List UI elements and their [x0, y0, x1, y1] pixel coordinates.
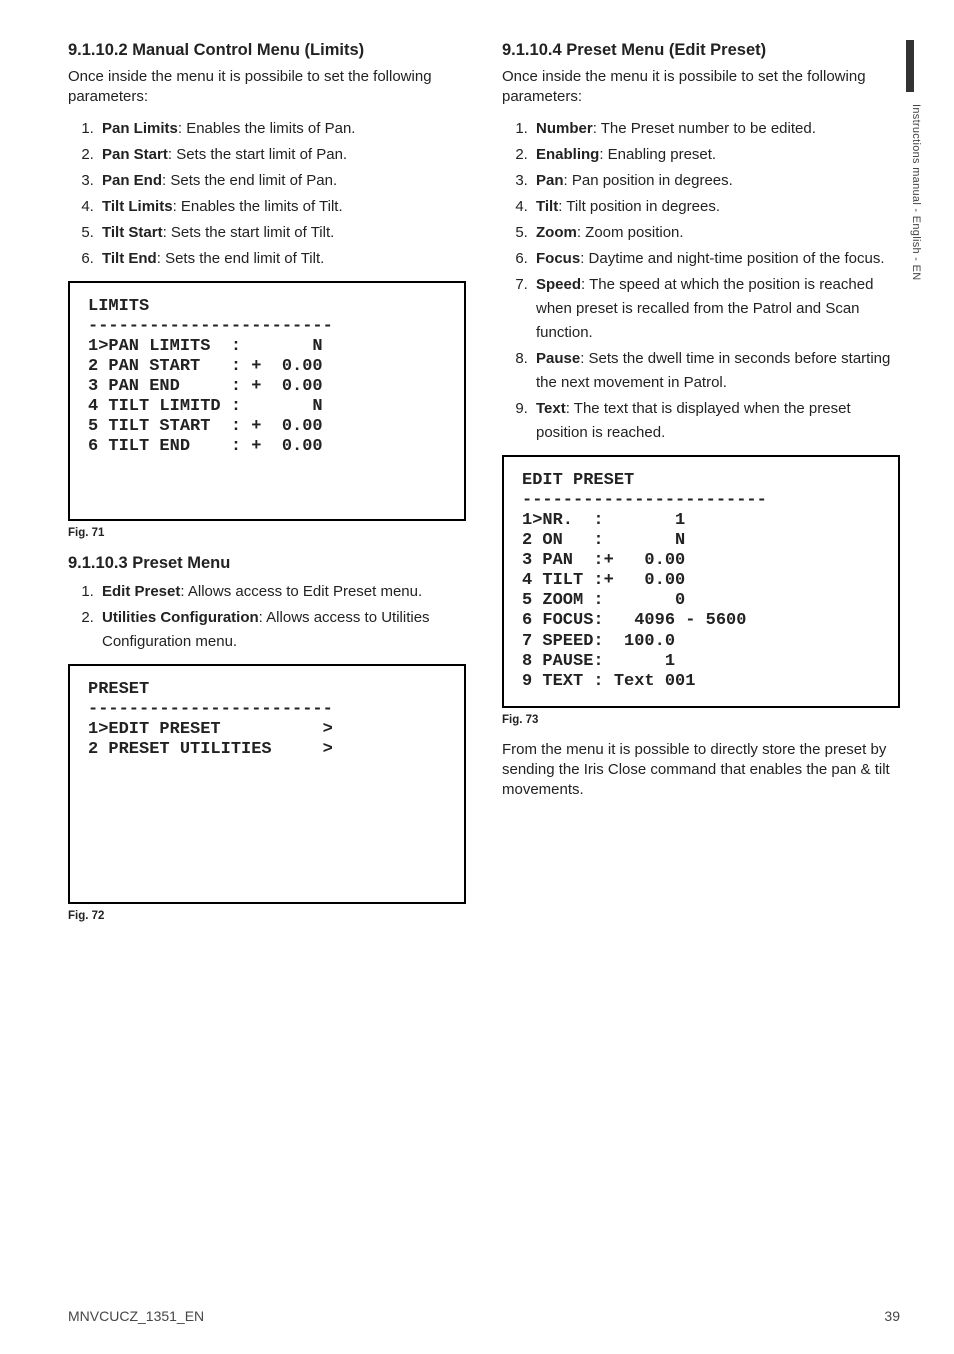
list-item: Pause: Sets the dwell time in seconds be…: [532, 347, 900, 395]
list-item: Speed: The speed at which the position i…: [532, 273, 900, 345]
page-footer: MNVCUCZ_1351_EN 39: [68, 1308, 900, 1324]
list-item: Text: The text that is displayed when th…: [532, 397, 900, 445]
list-item: Pan: Pan position in degrees.: [532, 169, 900, 193]
list-item: Pan Limits: Enables the limits of Pan.: [98, 117, 466, 141]
heading-preset-menu: 9.1.10.3 Preset Menu: [68, 553, 466, 574]
heading-edit-preset: 9.1.10.4 Preset Menu (Edit Preset): [502, 40, 900, 61]
side-tab-bar: [906, 40, 914, 92]
limits-menu-box: LIMITS ------------------------ 1>PAN LI…: [68, 281, 466, 521]
list-item: Tilt Limits: Enables the limits of Tilt.: [98, 195, 466, 219]
list-item: Enabling: Enabling preset.: [532, 143, 900, 167]
right-after-text: From the menu it is possible to directly…: [502, 740, 900, 801]
figure-caption-71: Fig. 71: [68, 527, 466, 539]
footer-page-number: 39: [884, 1308, 900, 1324]
list-item: Pan Start: Sets the start limit of Pan.: [98, 143, 466, 167]
right-intro: Once inside the menu it is possibile to …: [502, 67, 900, 108]
heading-manual-control-limits: 9.1.10.2 Manual Control Menu (Limits): [68, 40, 466, 61]
side-tab: Instructions manual - English - EN: [898, 40, 922, 260]
right-column: 9.1.10.4 Preset Menu (Edit Preset) Once …: [502, 40, 900, 936]
figure-caption-73: Fig. 73: [502, 714, 900, 726]
right-param-list: Number: The Preset number to be edited. …: [502, 117, 900, 445]
preset-menu-box: PRESET ------------------------ 1>EDIT P…: [68, 664, 466, 904]
list-item: Zoom: Zoom position.: [532, 221, 900, 245]
list-item: Tilt End: Sets the end limit of Tilt.: [98, 247, 466, 271]
list-item: Utilities Configuration: Allows access t…: [98, 606, 466, 654]
list-item: Tilt: Tilt position in degrees.: [532, 195, 900, 219]
left-column: 9.1.10.2 Manual Control Menu (Limits) On…: [68, 40, 466, 936]
side-tab-text: Instructions manual - English - EN: [898, 104, 922, 281]
list-item: Focus: Daytime and night-time position o…: [532, 247, 900, 271]
list-item: Edit Preset: Allows access to Edit Prese…: [98, 580, 466, 604]
figure-caption-72: Fig. 72: [68, 910, 466, 922]
left-intro: Once inside the menu it is possibile to …: [68, 67, 466, 108]
list-item: Number: The Preset number to be edited.: [532, 117, 900, 141]
edit-preset-menu-box: EDIT PRESET ------------------------ 1>N…: [502, 455, 900, 708]
list-item: Pan End: Sets the end limit of Pan.: [98, 169, 466, 193]
left-param-list-2: Edit Preset: Allows access to Edit Prese…: [68, 580, 466, 654]
footer-doc-id: MNVCUCZ_1351_EN: [68, 1308, 204, 1324]
list-item: Tilt Start: Sets the start limit of Tilt…: [98, 221, 466, 245]
left-param-list: Pan Limits: Enables the limits of Pan. P…: [68, 117, 466, 271]
